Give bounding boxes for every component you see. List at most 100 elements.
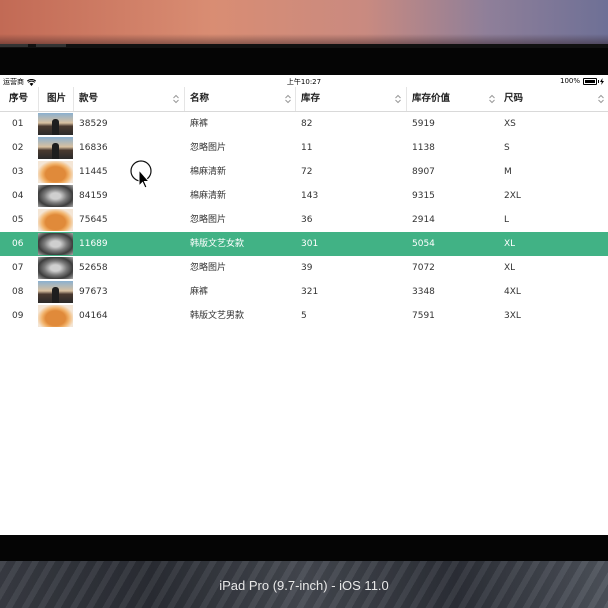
- table-row[interactable]: 01 38529 麻裤 82 5919 XS: [0, 112, 608, 136]
- cell-size: L: [504, 215, 510, 225]
- cell-size: 4XL: [504, 287, 521, 297]
- device-bezel-top: [0, 48, 608, 75]
- cell-size: M: [504, 167, 512, 177]
- cell-size: XL: [504, 263, 516, 273]
- inventory-table: 序号 图片 款号 名称 库存 库存价值 尺码 01 38529 麻裤 82 5919 XS 02 1683…: [0, 87, 608, 328]
- sort-arrows-icon[interactable]: [488, 92, 496, 106]
- cell-name: 忽略图片: [190, 143, 227, 153]
- cell-stock: 11: [301, 143, 313, 153]
- column-header-index: 序号: [9, 93, 29, 104]
- table-header: 序号 图片 款号 名称 库存 库存价值 尺码: [0, 87, 608, 112]
- sort-arrows-icon[interactable]: [172, 92, 180, 106]
- cell-index: 04: [12, 191, 24, 201]
- cell-code: 75645: [79, 215, 108, 225]
- column-separator: [38, 87, 39, 111]
- column-separator: [295, 87, 296, 111]
- cell-value: 7072: [412, 263, 435, 273]
- device-bezel-bottom: [0, 535, 608, 561]
- product-thumbnail: [38, 161, 73, 183]
- cell-value: 5054: [412, 239, 435, 249]
- cell-code: 16836: [79, 143, 108, 153]
- column-separator: [73, 87, 74, 111]
- cell-code: 52658: [79, 263, 108, 273]
- cell-size: 2XL: [504, 191, 521, 201]
- table-row[interactable]: 04 84159 棉麻清新 143 9315 2XL: [0, 184, 608, 208]
- cell-value: 3348: [412, 287, 435, 297]
- column-separator: [406, 87, 407, 111]
- cell-name: 韩版文艺男款: [190, 311, 245, 321]
- table-row[interactable]: 07 52658 忽略图片 39 7072 XL: [0, 256, 608, 280]
- cell-size: XS: [504, 119, 516, 129]
- status-time: 上午10:27: [286, 78, 322, 86]
- charging-icon: [600, 77, 604, 85]
- device-name-label: iPad Pro (9.7-inch) - iOS 11.0: [219, 578, 389, 593]
- product-thumbnail: [38, 209, 73, 231]
- cell-index: 06: [12, 239, 24, 249]
- battery-icon: [583, 77, 599, 85]
- cell-index: 07: [12, 263, 24, 273]
- cell-value: 8907: [412, 167, 435, 177]
- cell-size: 3XL: [504, 311, 521, 321]
- cell-size: XL: [504, 239, 516, 249]
- cell-index: 02: [12, 143, 24, 153]
- cell-code: 11689: [79, 239, 108, 249]
- cell-stock: 143: [301, 191, 319, 201]
- sort-arrows-icon[interactable]: [394, 92, 402, 106]
- cell-name: 棉麻清新: [190, 191, 227, 201]
- cell-code: 84159: [79, 191, 108, 201]
- cell-index: 03: [12, 167, 24, 177]
- column-header-stock[interactable]: 库存: [301, 87, 320, 111]
- product-thumbnail: [38, 305, 73, 327]
- table-row[interactable]: 03 11445 棉麻清新 72 8907 M: [0, 160, 608, 184]
- cell-stock: 301: [301, 239, 319, 249]
- cell-stock: 5: [301, 311, 307, 321]
- column-header-value[interactable]: 库存价值: [412, 87, 450, 111]
- cell-value: 9315: [412, 191, 435, 201]
- wallpaper-bottom: iPad Pro (9.7-inch) - iOS 11.0: [0, 561, 608, 608]
- product-thumbnail: [38, 233, 73, 255]
- table-row[interactable]: 02 16836 忽略图片 11 1138 S: [0, 136, 608, 160]
- table-row[interactable]: 05 75645 忽略图片 36 2914 L: [0, 208, 608, 232]
- cell-index: 09: [12, 311, 24, 321]
- product-thumbnail: [38, 257, 73, 279]
- cell-size: S: [504, 143, 510, 153]
- cell-name: 麻裤: [190, 119, 209, 129]
- sort-arrows-icon[interactable]: [597, 92, 605, 106]
- simulator-screen: 运营商 上午10:27 100% 序号 图片 款号 名称 库存 库存价值 尺码 01 3852…: [0, 75, 608, 535]
- cell-code: 04164: [79, 311, 108, 321]
- cell-index: 08: [12, 287, 24, 297]
- column-header-name[interactable]: 名称: [190, 87, 209, 111]
- column-header-image: 图片: [47, 93, 67, 104]
- cell-value: 1138: [412, 143, 435, 153]
- column-header-code[interactable]: 款号: [79, 87, 98, 111]
- cell-code: 97673: [79, 287, 108, 297]
- cell-stock: 39: [301, 263, 313, 273]
- column-header-size[interactable]: 尺码: [504, 87, 523, 111]
- column-separator: [184, 87, 185, 111]
- table-row[interactable]: 08 97673 麻裤 321 3348 4XL: [0, 280, 608, 304]
- product-thumbnail: [38, 137, 73, 159]
- cell-code: 38529: [79, 119, 108, 129]
- wallpaper-top: [0, 0, 608, 48]
- cell-stock: 36: [301, 215, 313, 225]
- cell-index: 01: [12, 119, 24, 129]
- cell-value: 7591: [412, 311, 435, 321]
- table-row[interactable]: 09 04164 韩版文艺男款 5 7591 3XL: [0, 304, 608, 328]
- sort-arrows-icon[interactable]: [284, 92, 292, 106]
- status-bar: 运营商 上午10:27 100%: [0, 75, 608, 87]
- product-thumbnail: [38, 185, 73, 207]
- cell-name: 麻裤: [190, 287, 209, 297]
- cell-code: 11445: [79, 167, 108, 177]
- cell-value: 2914: [412, 215, 435, 225]
- mouse-pointer-icon: [130, 160, 152, 189]
- cell-name: 棉麻清新: [190, 167, 227, 177]
- product-thumbnail: [38, 281, 73, 303]
- table-row[interactable]: 06 11689 韩版文艺女款 301 5054 XL: [0, 232, 608, 256]
- cell-stock: 72: [301, 167, 313, 177]
- cell-stock: 82: [301, 119, 313, 129]
- cell-value: 5919: [412, 119, 435, 129]
- cell-name: 忽略图片: [190, 215, 227, 225]
- battery-percent: 100%: [559, 77, 580, 85]
- cell-stock: 321: [301, 287, 319, 297]
- cell-index: 05: [12, 215, 24, 225]
